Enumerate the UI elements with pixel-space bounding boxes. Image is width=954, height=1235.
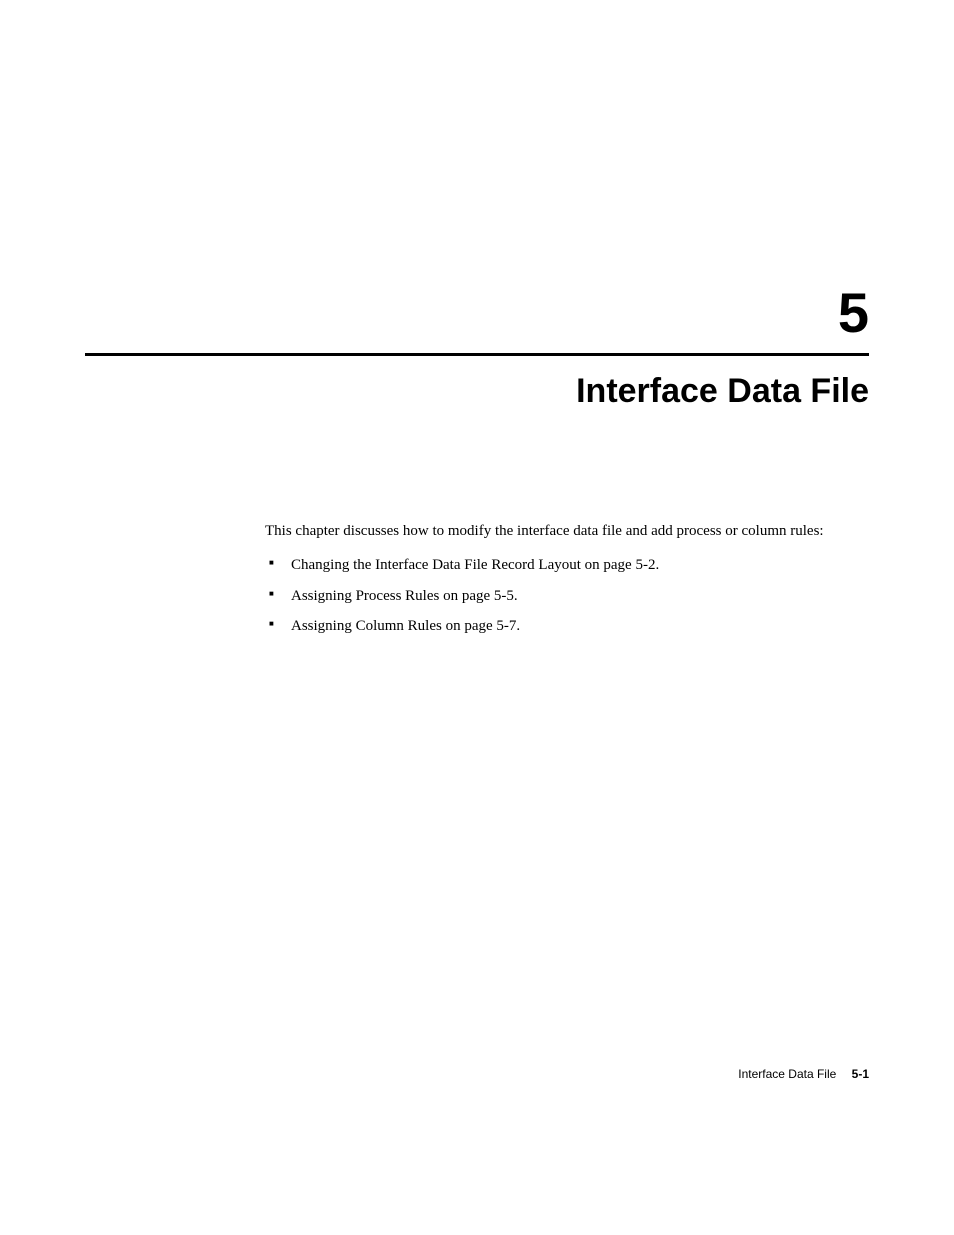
bullet-list: Changing the Interface Data File Record … <box>265 555 859 636</box>
footer-page-number: 5-1 <box>852 1067 869 1081</box>
content-block: This chapter discusses how to modify the… <box>85 521 869 636</box>
intro-paragraph: This chapter discusses how to modify the… <box>265 521 859 541</box>
list-item: Assigning Column Rules on page 5-7. <box>265 616 859 636</box>
chapter-divider <box>85 353 869 356</box>
page-footer: Interface Data File 5-1 <box>738 1067 869 1081</box>
list-item: Assigning Process Rules on page 5-5. <box>265 586 859 606</box>
document-page: 5 Interface Data File This chapter discu… <box>0 0 954 1235</box>
chapter-title: Interface Data File <box>85 372 869 411</box>
list-item: Changing the Interface Data File Record … <box>265 555 859 575</box>
chapter-number: 5 <box>85 280 869 345</box>
footer-title: Interface Data File <box>738 1067 836 1081</box>
